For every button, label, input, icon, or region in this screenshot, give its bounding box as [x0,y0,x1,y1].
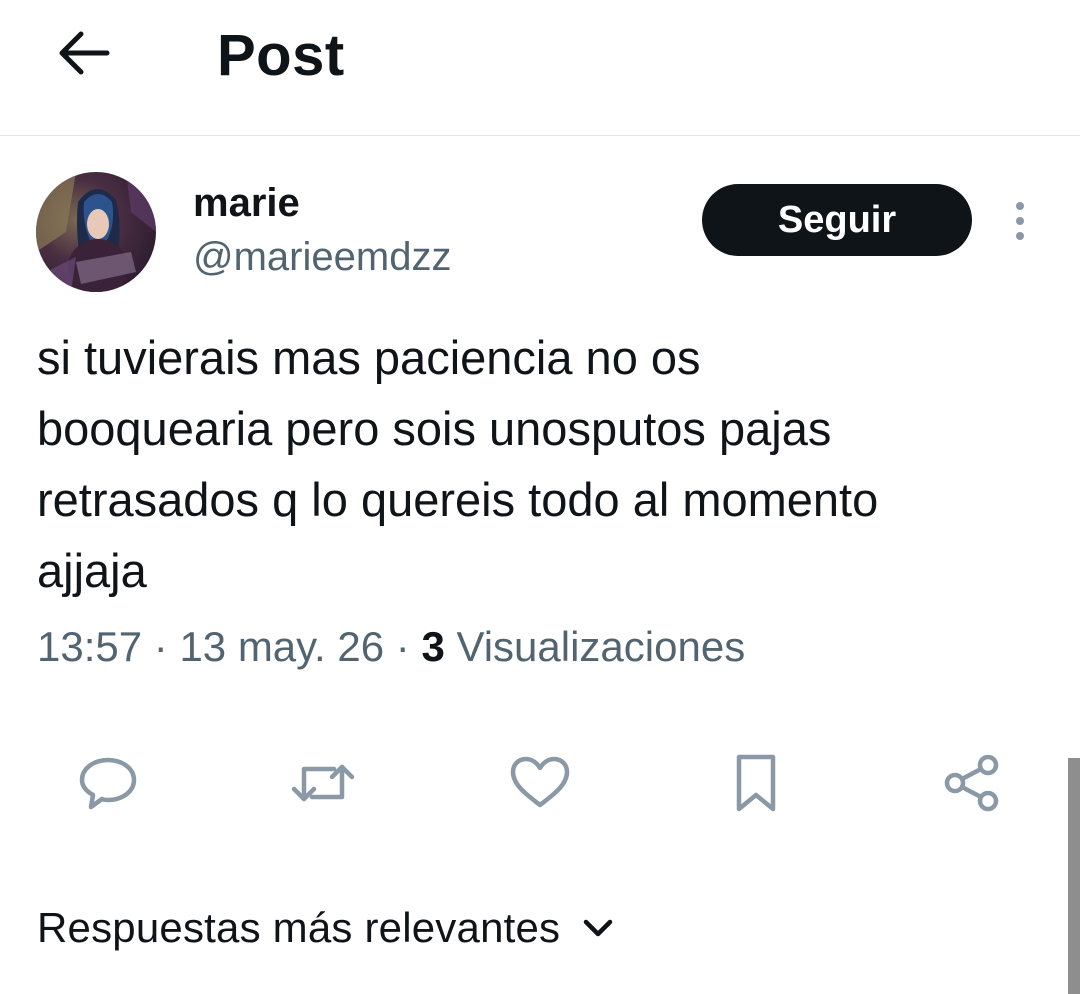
meta-separator: · [384,623,422,670]
reply-button[interactable] [73,748,143,818]
views-label: Visualizaciones [444,623,746,670]
author-handle[interactable]: @marieemdzz [193,234,451,280]
arrow-left-icon [59,31,110,75]
top-bar: Post [0,0,1080,136]
tweet-text: si tuvierais mas paciencia no os booquea… [37,331,879,597]
tweet-meta: 13:57 · 13 may. 26 · 3 Visualizaciones [37,620,745,674]
share-icon [944,754,999,812]
retweet-icon [291,764,355,802]
meta-separator: · [142,623,180,670]
post-page: Post marie @marieemdzz Seguir si tuviera… [0,0,1080,994]
scrollbar[interactable] [1068,758,1080,994]
more-vertical-icon [1016,202,1024,210]
views-count: 3 [421,623,445,670]
bookmark-icon [736,754,776,812]
heart-icon [510,756,570,808]
bookmark-button[interactable] [721,748,791,818]
author-display-name[interactable]: marie [193,180,300,226]
avatar[interactable] [36,172,156,292]
retweet-button[interactable] [288,748,358,818]
tweet-time[interactable]: 13:57 [37,623,142,670]
reply-icon [79,757,137,810]
follow-button[interactable]: Seguir [702,184,972,256]
more-options-button[interactable] [1000,196,1040,246]
back-button[interactable] [52,24,116,82]
chevron-down-icon [584,919,613,937]
replies-sort-label: Respuestas más relevantes [37,904,561,951]
replies-sort-dropdown[interactable]: Respuestas más relevantes [37,898,614,958]
like-button[interactable] [505,748,575,818]
page-title: Post [217,23,345,88]
share-button[interactable] [936,748,1006,818]
tweet-date[interactable]: 13 may. 26 [179,623,384,670]
